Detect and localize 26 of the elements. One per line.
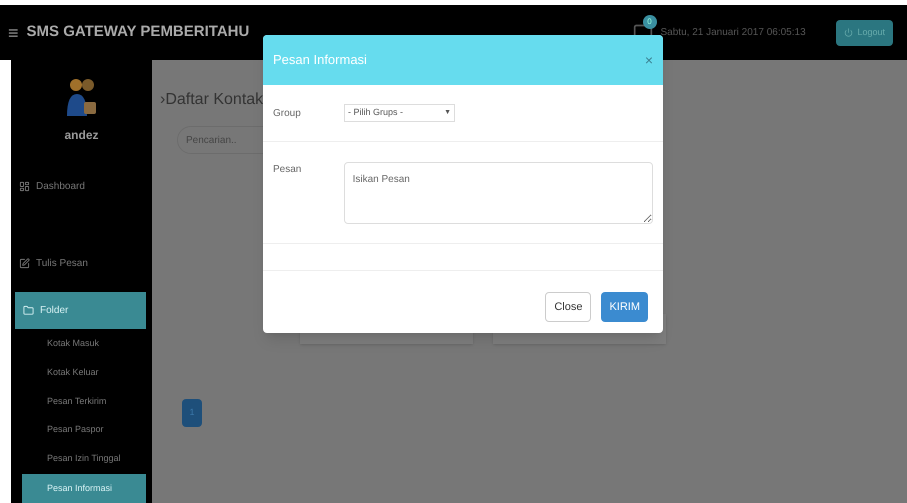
sidebar-item[interactable]: Dashboard xyxy=(11,168,152,206)
modal-title: Pesan Informasi xyxy=(273,51,367,70)
dashboard-icon xyxy=(19,181,30,192)
field-label: Pesan xyxy=(273,163,302,177)
field-label: Group xyxy=(273,106,302,120)
user-name: andez xyxy=(64,127,98,144)
folder-icon xyxy=(23,305,34,316)
sidebar-item[interactable]: Tulis Pesan xyxy=(11,245,152,282)
sidebar-subitem[interactable]: Pesan Paspor xyxy=(22,416,146,444)
sidebar-item[interactable]: Folder xyxy=(15,292,146,330)
app-title: SMS GATEWAY PEMBERITAHU xyxy=(26,22,247,42)
message-field[interactable]: Isikan Pesan xyxy=(344,162,653,224)
page-title: ›Daftar Kontak xyxy=(160,90,264,110)
edit-icon xyxy=(19,258,30,270)
close-button[interactable]: Close xyxy=(545,292,592,322)
sidebar-subitem[interactable]: Kotak Masuk xyxy=(22,329,146,358)
power-icon xyxy=(844,28,854,37)
menu-icon[interactable]: ≡ xyxy=(8,24,19,42)
sidebar-subitem[interactable]: Pesan Terkirim xyxy=(22,386,146,416)
sidebar-subitem[interactable]: Pesan Informasi xyxy=(22,474,146,503)
user-avatar-icon xyxy=(66,76,96,118)
notification-badge: 0 xyxy=(642,14,657,28)
sidebar-subitem[interactable]: Kotak Keluar xyxy=(22,358,146,387)
date-time: Sabtu, 21 Januari 2017 06:05:13 xyxy=(660,26,806,40)
submit-button[interactable]: KIRIM xyxy=(601,292,648,322)
sidebar-subitem[interactable]: Pesan Izin Tinggal xyxy=(22,444,146,474)
